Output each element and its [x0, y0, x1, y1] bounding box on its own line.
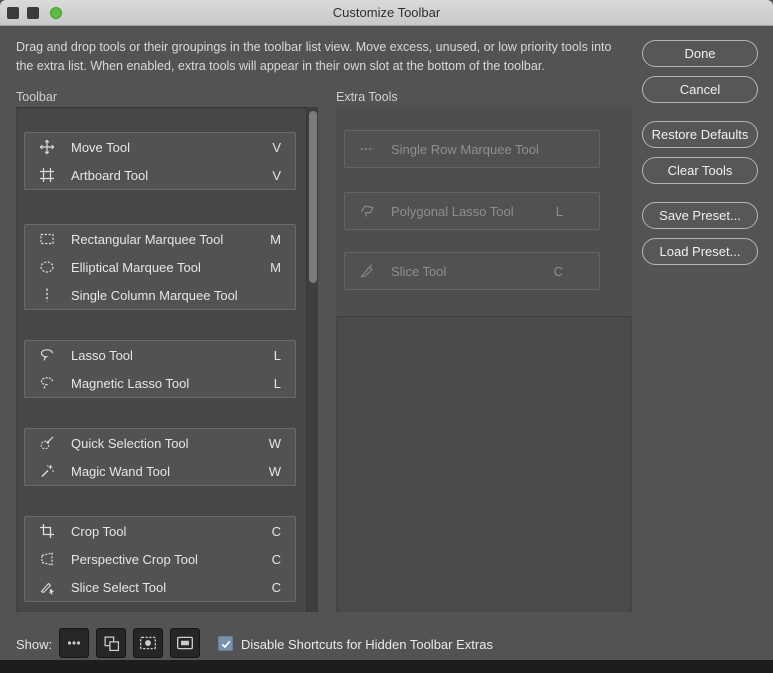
tool-group-selection: Quick Selection Tool W Magic Wand Tool W [24, 428, 296, 486]
tool-label: Single Row Marquee Tool [391, 141, 539, 157]
tool-row-perspective-crop[interactable]: Perspective Crop Tool C [25, 545, 295, 573]
tool-row-slice-select[interactable]: Slice Select Tool C [25, 573, 295, 601]
crop-tool-icon [39, 523, 55, 539]
tool-row-magnetic-lasso[interactable]: Magnetic Lasso Tool L [25, 369, 295, 397]
window-bottom-edge [0, 660, 773, 673]
tool-row-move-tool[interactable]: Move Tool V [25, 133, 295, 161]
tool-label: Magnetic Lasso Tool [71, 375, 190, 391]
tool-group-crop: Crop Tool C Perspective Crop Tool C Slic… [24, 516, 296, 602]
tool-label: Single Column Marquee Tool [71, 287, 238, 303]
tool-shortcut: C [271, 523, 281, 539]
elliptical-marquee-icon [39, 259, 55, 275]
tool-shortcut: W [268, 463, 281, 479]
done-button[interactable]: Done [642, 40, 758, 67]
tool-shortcut: W [268, 435, 281, 451]
tool-label: Slice Select Tool [71, 579, 167, 595]
extra-tools-panel: Single Row Marquee Tool Polygonal Lasso … [336, 107, 632, 612]
tool-group-marquee: Rectangular Marquee Tool M Elliptical Ma… [24, 224, 296, 310]
polygonal-lasso-icon [359, 203, 375, 219]
cancel-button[interactable]: Cancel [642, 76, 758, 103]
tool-label: Perspective Crop Tool [71, 551, 198, 567]
tool-row-artboard-tool[interactable]: Artboard Tool V [25, 161, 295, 189]
tool-label: Slice Tool [391, 263, 447, 279]
quick-mask-icon [139, 634, 157, 652]
disable-shortcuts-label: Disable Shortcuts for Hidden Toolbar Ext… [241, 637, 493, 652]
tool-label: Quick Selection Tool [71, 435, 189, 451]
tool-shortcut: C [271, 579, 281, 595]
single-row-marquee-icon [359, 141, 375, 157]
screen-mode-icon [176, 634, 194, 652]
quick-selection-icon [39, 435, 55, 451]
tool-row-rectangular-marquee[interactable]: Rectangular Marquee Tool M [25, 225, 295, 253]
disable-shortcuts-checkbox[interactable] [218, 636, 233, 651]
dialog-description: Drag and drop tools or their groupings i… [16, 40, 612, 73]
tool-shortcut: L [555, 203, 563, 219]
tool-row-elliptical-marquee[interactable]: Elliptical Marquee Tool M [25, 253, 295, 281]
tool-shortcut: M [270, 231, 281, 247]
show-label: Show: [16, 637, 53, 652]
tool-row-quick-selection[interactable]: Quick Selection Tool W [25, 429, 295, 457]
move-tool-icon [39, 139, 55, 155]
save-preset-button[interactable]: Save Preset... [642, 202, 758, 229]
customize-toolbar-dialog: Customize Toolbar Drag and drop tools or… [0, 0, 773, 673]
show-quick-mask-button[interactable] [133, 628, 163, 658]
extra-tool-polygonal-lasso[interactable]: Polygonal Lasso Tool L [344, 192, 600, 230]
tool-label: Artboard Tool [71, 167, 149, 183]
toolbar-list-scrollbar[interactable] [306, 107, 318, 612]
artboard-tool-icon [39, 167, 55, 183]
clear-tools-button[interactable]: Clear Tools [642, 157, 758, 184]
magic-wand-icon [39, 463, 55, 479]
tool-label: Elliptical Marquee Tool [71, 259, 201, 275]
extra-tool-single-row-marquee[interactable]: Single Row Marquee Tool [344, 130, 600, 168]
load-preset-button[interactable]: Load Preset... [642, 238, 758, 265]
tool-shortcut: C [553, 263, 563, 279]
tool-row-lasso[interactable]: Lasso Tool L [25, 341, 295, 369]
extra-tools-section-label: Extra Tools [336, 90, 398, 104]
single-column-marquee-icon [39, 287, 55, 303]
toolbar-list-panel: Move Tool V Artboard Tool V Rectangular … [16, 107, 318, 612]
show-color-swatches-button[interactable] [96, 628, 126, 658]
slice-select-icon [39, 579, 55, 595]
tool-row-single-column-marquee[interactable]: Single Column Marquee Tool [25, 281, 295, 309]
tool-shortcut: V [272, 139, 281, 155]
tool-row-crop[interactable]: Crop Tool C [25, 517, 295, 545]
lasso-icon [39, 347, 55, 363]
titlebar[interactable]: Customize Toolbar [0, 0, 773, 26]
tool-shortcut: L [273, 347, 281, 363]
tool-shortcut: V [272, 167, 281, 183]
tool-shortcut: M [270, 259, 281, 275]
tool-group-lasso: Lasso Tool L Magnetic Lasso Tool L [24, 340, 296, 398]
magnetic-lasso-icon [39, 375, 55, 391]
tool-shortcut: C [271, 551, 281, 567]
tool-group-move: Move Tool V Artboard Tool V [24, 132, 296, 190]
tool-label: Polygonal Lasso Tool [391, 203, 514, 219]
tool-label: Crop Tool [71, 523, 127, 539]
restore-defaults-button[interactable]: Restore Defaults [642, 121, 758, 148]
tool-label: Move Tool [71, 139, 131, 155]
window-title: Customize Toolbar [332, 5, 441, 20]
tool-row-magic-wand[interactable]: Magic Wand Tool W [25, 457, 295, 485]
tool-label: Rectangular Marquee Tool [71, 231, 224, 247]
rectangular-marquee-icon [39, 231, 55, 247]
scrollbar-thumb[interactable] [309, 111, 317, 283]
show-extra-tools-ellipsis-button[interactable] [59, 628, 89, 658]
tool-label: Magic Wand Tool [71, 463, 170, 479]
toolbar-section-label: Toolbar [16, 90, 57, 104]
show-screen-mode-button[interactable] [170, 628, 200, 658]
extra-tool-slice[interactable]: Slice Tool C [344, 252, 600, 290]
slice-tool-icon [359, 263, 375, 279]
perspective-crop-icon [39, 551, 55, 567]
checkmark-icon [220, 638, 232, 650]
color-swatches-icon [103, 635, 120, 652]
tool-label: Lasso Tool [71, 347, 133, 363]
ellipsis-icon [65, 634, 83, 652]
tool-shortcut: L [273, 375, 281, 391]
